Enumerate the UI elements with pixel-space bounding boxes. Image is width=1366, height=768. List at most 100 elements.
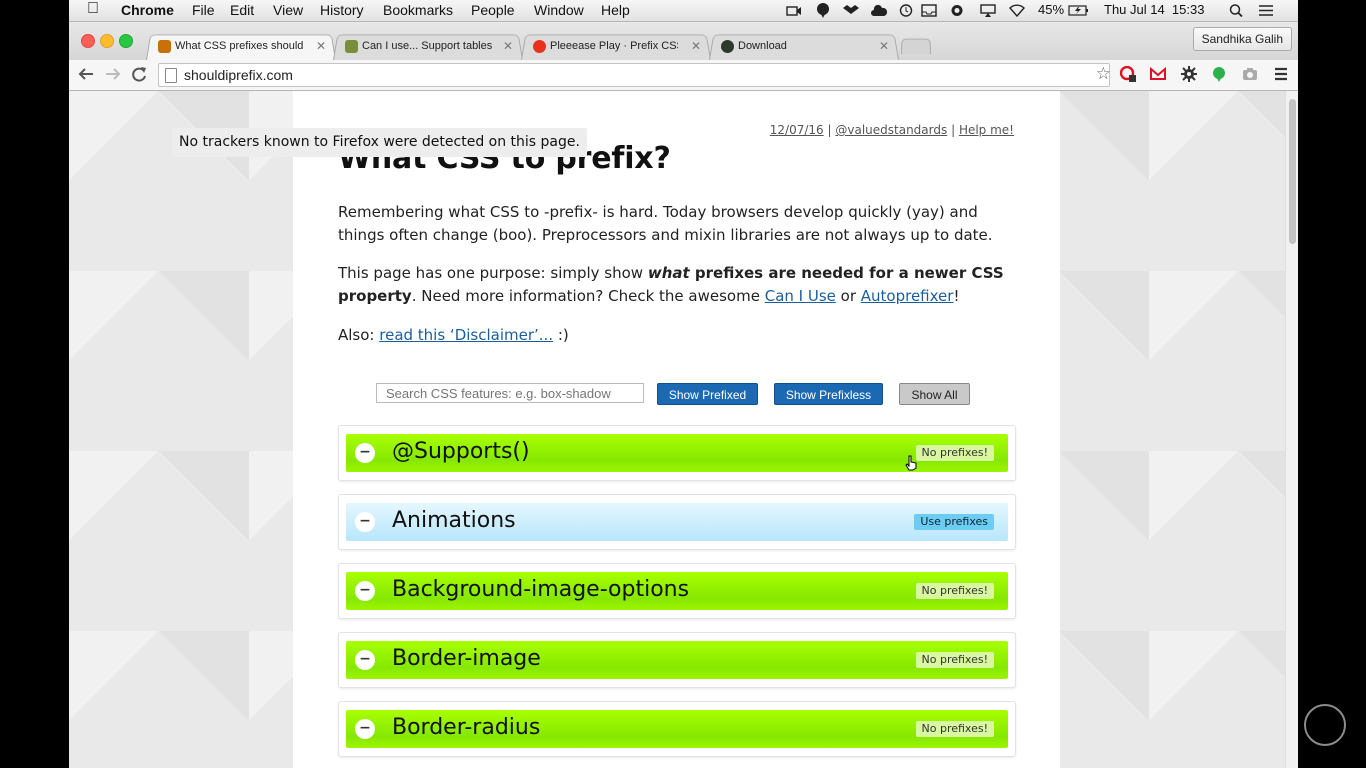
top-nav: 12/07/16 | @valuedstandards | Help me! <box>770 123 1014 137</box>
sync-icon[interactable] <box>949 4 965 17</box>
battery-icon[interactable] <box>1068 4 1090 17</box>
menu-view[interactable]: View <box>273 2 303 18</box>
reload-icon[interactable] <box>132 66 147 82</box>
cloud-icon[interactable] <box>871 4 887 17</box>
menu-history[interactable]: History <box>320 2 364 18</box>
tab-download[interactable]: Download ✕ <box>709 33 899 60</box>
also-label: Also: <box>338 326 380 344</box>
inbox-icon[interactable] <box>921 4 937 17</box>
tab-close-icon[interactable]: ✕ <box>691 39 701 53</box>
show-prefixless-button[interactable]: Show Prefixless <box>774 383 883 405</box>
tab-caniuse[interactable]: Can I use... Support tables ✕ <box>333 33 523 60</box>
screen:  Chrome File Edit View History Bookmark… <box>69 0 1298 768</box>
address-url[interactable]: shouldiprefix.com <box>184 67 293 83</box>
spotlight-search-icon[interactable] <box>1229 4 1245 17</box>
collapse-toggle-icon[interactable]: − <box>355 719 375 739</box>
tab-close-icon[interactable]: ✕ <box>879 39 889 53</box>
video-camera-icon[interactable] <box>786 4 802 17</box>
airplay-icon[interactable] <box>980 4 996 17</box>
page-scrollbar[interactable] <box>1285 91 1298 768</box>
feature-name: Border-radius <box>392 715 541 740</box>
page-viewport: 12/07/16 | @valuedstandards | Help me! W… <box>69 91 1285 768</box>
tracker-tooltip: No trackers known to Firefox were detect… <box>172 128 587 157</box>
back-arrow-icon[interactable] <box>78 67 94 81</box>
chrome-menu-icon[interactable] <box>1273 66 1289 82</box>
menu-file[interactable]: File <box>192 2 215 18</box>
tab-strip: What CSS prefixes should ✕ Can I use... … <box>69 22 1298 60</box>
feature-bar[interactable]: − Border-radius No prefixes! <box>346 710 1008 748</box>
notification-center-icon[interactable] <box>1259 4 1275 17</box>
also-paragraph: Also: read this ‘Disclaimer’... :) <box>338 324 1018 347</box>
tab-title: Download <box>738 40 787 52</box>
opera-extension-icon[interactable] <box>1120 66 1136 82</box>
menu-edit[interactable]: Edit <box>230 2 254 18</box>
menu-people[interactable]: People <box>471 2 515 18</box>
collapse-toggle-icon[interactable]: − <box>355 650 375 670</box>
collapse-toggle-icon[interactable]: − <box>355 581 375 601</box>
collapse-toggle-icon[interactable]: − <box>355 512 375 532</box>
scrollbar-thumb[interactable] <box>1289 99 1296 244</box>
hand-cursor-icon <box>905 455 917 471</box>
separator: | <box>951 123 956 137</box>
feature-name: @Supports() <box>392 439 530 464</box>
dropbox-icon[interactable] <box>843 4 859 17</box>
disclaimer-link[interactable]: read this ‘Disclaimer’... <box>379 326 553 344</box>
purpose-emphasis: what <box>647 264 690 282</box>
tab-shouldiprefix[interactable]: What CSS prefixes should ✕ <box>146 33 336 60</box>
collapse-toggle-icon[interactable]: − <box>355 443 375 463</box>
gmail-icon[interactable] <box>1150 66 1166 82</box>
evernote-icon[interactable] <box>815 2 831 18</box>
window-minimize-button[interactable] <box>100 34 114 48</box>
tab-close-icon[interactable]: ✕ <box>316 39 326 53</box>
tab-title: What CSS prefixes should <box>175 40 304 52</box>
page-icon <box>165 68 177 83</box>
help-link[interactable]: Help me! <box>959 123 1014 137</box>
tab-close-icon[interactable]: ✕ <box>503 39 513 53</box>
date-link[interactable]: 12/07/16 <box>770 123 824 137</box>
menu-bookmarks[interactable]: Bookmarks <box>383 2 453 18</box>
twitter-link[interactable]: @valuedstandards <box>835 123 947 137</box>
feature-background-image-options[interactable]: − Background-image-options No prefixes! <box>338 563 1016 619</box>
battery-percent: 45% <box>1038 2 1065 17</box>
window-close-button[interactable] <box>81 34 95 48</box>
wifi-icon[interactable] <box>1009 4 1025 17</box>
tab-title: Can I use... Support tables <box>362 40 493 52</box>
pleeease-favicon-icon <box>533 40 546 53</box>
status-badge: No prefixes! <box>915 652 994 668</box>
gear-extension-icon[interactable] <box>1181 66 1197 82</box>
feature-name: Background-image-options <box>392 577 690 602</box>
purpose-text-2: . Need more information? Check the aweso… <box>411 287 765 305</box>
feature-supports[interactable]: − @Supports() No prefixes! <box>338 425 1016 481</box>
feature-animations[interactable]: − Animations Use prefixes <box>338 494 1016 550</box>
page-content: 12/07/16 | @valuedstandards | Help me! W… <box>293 91 1060 768</box>
menu-help[interactable]: Help <box>601 2 630 18</box>
clock[interactable]: Thu Jul 14 15:33 <box>1104 2 1204 17</box>
new-tab-button[interactable] <box>901 38 931 54</box>
forward-arrow-icon[interactable] <box>105 67 121 81</box>
evernote-extension-icon[interactable] <box>1211 66 1227 82</box>
search-input[interactable] <box>376 383 644 403</box>
profile-button[interactable]: Sandhika Galih <box>1192 27 1292 51</box>
status-badge: No prefixes! <box>915 445 994 461</box>
autoprefixer-link[interactable]: Autoprefixer <box>861 287 954 305</box>
feature-bar[interactable]: − Border-image No prefixes! <box>346 641 1008 679</box>
show-prefixed-button[interactable]: Show Prefixed <box>657 383 758 405</box>
menu-app-name[interactable]: Chrome <box>121 2 174 18</box>
window-zoom-button[interactable] <box>119 34 133 48</box>
feature-border-image[interactable]: − Border-image No prefixes! <box>338 632 1016 688</box>
also-tail: :) <box>553 326 569 344</box>
time-machine-icon[interactable] <box>898 4 914 17</box>
camera-extension-icon[interactable] <box>1242 66 1258 82</box>
menu-window[interactable]: Window <box>534 2 584 18</box>
apple-icon[interactable]:  <box>87 0 99 18</box>
feature-bar[interactable]: − Animations Use prefixes <box>346 503 1008 541</box>
bookmark-star-icon[interactable]: ☆ <box>1096 64 1111 84</box>
intro-paragraph: Remembering what CSS to -prefix- is hard… <box>338 203 993 244</box>
address-bar[interactable]: shouldiprefix.com ☆ <box>158 63 1111 87</box>
caniuse-link[interactable]: Can I Use <box>765 287 836 305</box>
feature-border-radius[interactable]: − Border-radius No prefixes! <box>338 701 1016 757</box>
feature-bar[interactable]: − Background-image-options No prefixes! <box>346 572 1008 610</box>
tab-pleeease[interactable]: Pleeease Play · Prefix CSS ✕ <box>521 33 711 60</box>
status-badge: Use prefixes <box>914 514 994 530</box>
show-all-button[interactable]: Show All <box>899 383 970 405</box>
